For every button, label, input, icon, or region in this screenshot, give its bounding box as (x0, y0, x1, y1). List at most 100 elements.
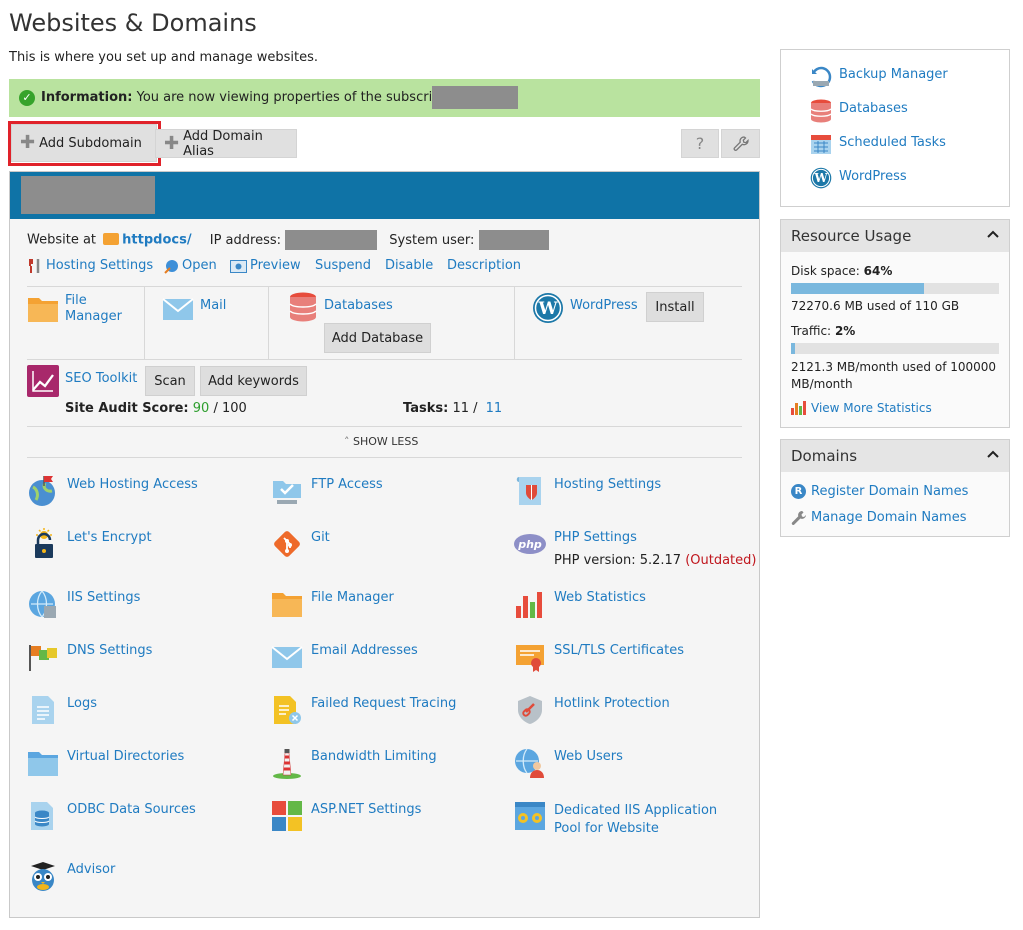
hosting-settings-icon (516, 477, 541, 505)
folder-icon (103, 232, 120, 245)
tool-label: Advisor (67, 862, 116, 877)
add-keywords-button[interactable]: Add keywords (200, 366, 307, 396)
mail-envelope-icon (162, 298, 194, 320)
info-message: You are now viewing properties of the su… (136, 90, 466, 105)
tool-label: File Manager (311, 590, 394, 605)
domains-title: Domains (791, 447, 858, 465)
sidebar-wordpress-link[interactable]: WordPress (839, 169, 907, 184)
disk-usage-bar (791, 283, 999, 294)
backup-manager-link[interactable]: Backup Manager (839, 67, 948, 82)
suspend-link[interactable]: Suspend (315, 258, 371, 273)
disable-link[interactable]: Disable (385, 258, 433, 273)
tool-label: ODBC Data Sources (67, 802, 196, 817)
tool-label: Dedicated IIS Application Pool for Websi… (554, 803, 718, 836)
divider (27, 457, 742, 458)
disk-space-label: Disk space: (791, 264, 860, 278)
view-more-statistics-link[interactable]: View More Statistics (811, 401, 932, 415)
seo-scan-button[interactable]: Scan (145, 366, 195, 396)
php-icon: php (514, 534, 546, 554)
tasks-total-link[interactable]: 11 (486, 401, 503, 416)
help-button[interactable]: ? (681, 129, 719, 158)
site-audit-score: Site Audit Score: 90 / 100 (65, 401, 247, 416)
ip-address-label: IP address: (209, 232, 281, 248)
httpdocs-link[interactable]: httpdocs/ (122, 233, 191, 248)
domains-header[interactable]: Domains (781, 440, 1009, 472)
domain-header (10, 172, 759, 219)
log-file-icon (32, 696, 54, 724)
hosting-tools-icon (29, 259, 40, 273)
show-less-toggle[interactable]: ˄ SHOW LESS (344, 435, 418, 448)
check-icon: ✓ (19, 90, 35, 106)
divider (268, 287, 269, 359)
page-description: This is where you set up and manage webs… (9, 50, 318, 65)
tool-label: Git (311, 530, 330, 545)
globe-flag-icon (29, 476, 55, 506)
plus-icon: ✚ (164, 132, 180, 154)
shield-link-icon (518, 696, 542, 724)
site-audit-label: Site Audit Score: (65, 401, 189, 416)
tool-label: IIS Settings (67, 590, 141, 605)
description-link[interactable]: Description (447, 258, 521, 273)
resource-usage-panel: Resource Usage Disk space: 64% 72270.6 M… (780, 219, 1010, 428)
add-database-button[interactable]: Add Database (324, 323, 431, 353)
folder-icon (272, 593, 302, 617)
tool-label: DNS Settings (67, 643, 153, 658)
tools-button[interactable] (721, 129, 760, 158)
wordpress-link[interactable]: WordPress (570, 298, 638, 313)
divider (514, 287, 515, 359)
svg-text:W: W (537, 299, 558, 319)
register-domain-names-link[interactable]: Register Domain Names (811, 484, 968, 499)
file-manager-folder-icon (28, 298, 58, 322)
databases-link[interactable]: Databases (324, 298, 393, 313)
ftp-folder-icon (273, 481, 301, 504)
open-link[interactable]: Open (182, 258, 217, 273)
wordpress-icon: W (810, 167, 832, 189)
tool-label: ASP.NET Settings (311, 802, 422, 817)
seo-toolkit-icon (27, 365, 59, 397)
resource-usage-title: Resource Usage (791, 227, 912, 245)
tool-label: SSL/TLS Certificates (554, 643, 684, 658)
git-icon (274, 531, 300, 557)
svg-text:php: php (517, 538, 542, 551)
traffic-row: Traffic: 2% (791, 324, 855, 338)
hosting-settings-link[interactable]: Hosting Settings (46, 258, 153, 273)
preview-icon (230, 260, 247, 273)
open-globe-icon (164, 260, 178, 274)
tasks-done: 11 / (452, 401, 478, 416)
add-domain-alias-button[interactable]: ✚ Add Domain Alias (155, 129, 297, 159)
preview-link[interactable]: Preview (250, 258, 301, 273)
wrench-icon (791, 511, 806, 525)
sidebar-links: Backup Manager Databases Scheduled Tasks… (780, 49, 1010, 207)
bar-chart-icon (516, 592, 542, 618)
redacted-user (478, 230, 549, 250)
redacted-domain-name (21, 176, 155, 214)
file-manager-link[interactable]: File Manager (65, 293, 135, 325)
manage-domain-names-link[interactable]: Manage Domain Names (811, 510, 966, 525)
resource-usage-header[interactable]: Resource Usage (781, 220, 1009, 252)
chevron-up-icon: ˄ (344, 435, 350, 448)
app-pool-icon (515, 802, 545, 830)
sidebar-databases-link[interactable]: Databases (839, 101, 908, 116)
php-outdated-status: (Outdated) (685, 553, 757, 568)
tool-label: Logs (67, 696, 97, 711)
dns-flags-icon (29, 645, 57, 671)
info-label: Information: (41, 90, 133, 105)
system-user-label: System user: (389, 232, 475, 248)
chevron-up-icon (987, 450, 999, 458)
tool-label: Virtual Directories (67, 749, 185, 764)
directory-folder-icon (28, 752, 58, 776)
trace-file-icon (274, 696, 301, 724)
php-version: PHP version: 5.2.17 (554, 553, 682, 568)
wrench-icon (733, 135, 749, 151)
info-text: Information: You are now viewing propert… (41, 90, 465, 105)
lock-sun-icon (35, 528, 53, 558)
tool-label: Bandwidth Limiting (311, 749, 437, 764)
wordpress-install-button[interactable]: Install (646, 292, 704, 322)
divider (144, 287, 145, 359)
backup-icon (811, 66, 832, 88)
lighthouse-icon (273, 749, 301, 779)
domain-actions: Hosting Settings Open Preview Suspend Di… (27, 258, 747, 278)
scheduled-tasks-link[interactable]: Scheduled Tasks (839, 135, 946, 150)
seo-toolkit-link[interactable]: SEO Toolkit (65, 371, 137, 386)
mail-link[interactable]: Mail (200, 298, 226, 313)
